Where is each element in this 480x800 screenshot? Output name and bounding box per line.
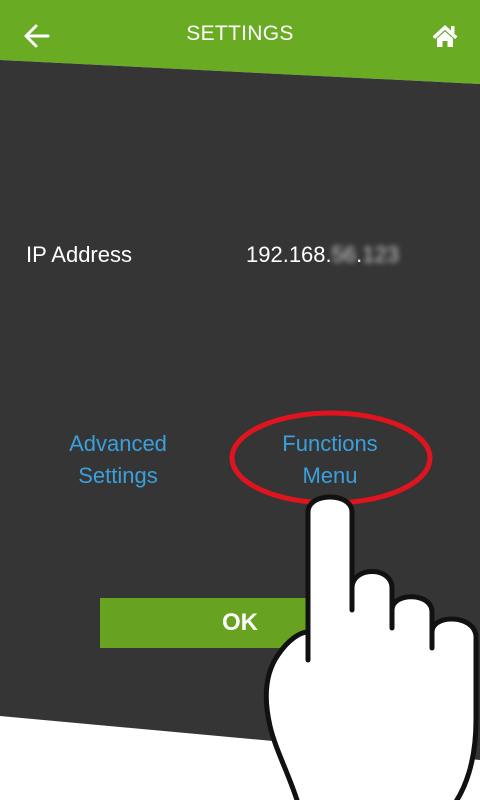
ip-address-label: IP Address	[26, 242, 132, 267]
settings-screen: SETTINGS IP Address 192.168.56.123 Advan…	[0, 0, 480, 800]
ip-address-value: 192.168.56.123	[246, 242, 399, 268]
home-icon	[432, 25, 458, 47]
functions-menu-link[interactable]: Functions Menu	[240, 428, 420, 492]
functions-menu-line2: Menu	[302, 463, 358, 488]
advanced-settings-line1: Advanced	[69, 431, 167, 456]
top-bar: SETTINGS	[0, 0, 480, 72]
ok-button[interactable]: OK	[100, 598, 380, 648]
page-title: SETTINGS	[186, 22, 294, 45]
dark-panel	[0, 60, 480, 760]
ip-visible-part: 192.168.	[246, 242, 332, 267]
functions-menu-line1: Functions	[282, 431, 378, 456]
home-button[interactable]	[422, 14, 468, 58]
background-shapes	[0, 0, 480, 760]
advanced-settings-line2: Settings	[78, 463, 158, 488]
ip-blurred-octet-4: 123	[362, 242, 399, 267]
ip-blurred-octet-3: 56	[331, 242, 357, 267]
advanced-settings-link[interactable]: Advanced Settings	[28, 428, 208, 492]
